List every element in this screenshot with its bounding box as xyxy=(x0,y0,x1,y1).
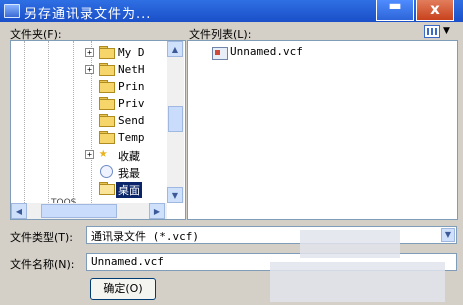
vcf-file-icon xyxy=(212,47,228,60)
folder-name: 我最 xyxy=(118,167,140,180)
minimize-button[interactable]: ▬ xyxy=(376,0,414,21)
file-name-value: Unnamed.vcf xyxy=(91,255,164,268)
folder-name: Prin xyxy=(118,80,145,93)
title-bar[interactable]: 另存通讯录文件为... ▬ x xyxy=(0,0,463,22)
minimize-icon: ▬ xyxy=(388,0,402,14)
blur-overlay xyxy=(270,262,445,302)
scroll-up-icon[interactable]: ▲ xyxy=(167,41,183,57)
tree-guide-line xyxy=(73,41,74,205)
folder-name: My D xyxy=(118,46,145,59)
folder-icon xyxy=(99,114,115,127)
expand-icon[interactable]: + xyxy=(85,48,94,57)
scroll-thumb[interactable] xyxy=(41,204,117,218)
folder-icon xyxy=(99,46,115,59)
folder-icon xyxy=(99,63,115,76)
folder-name: Temp xyxy=(118,131,145,144)
folder-tree[interactable]: + My D + NetH Prin Priv Send Temp + ★ 收藏… xyxy=(10,40,186,220)
favorites-star-icon: ★ xyxy=(99,145,108,161)
scroll-right-icon[interactable]: ▶ xyxy=(149,203,165,219)
scroll-down-icon[interactable]: ▼ xyxy=(167,187,183,203)
close-button[interactable]: x xyxy=(416,0,454,21)
expand-icon[interactable]: + xyxy=(85,65,94,74)
folder-name: Send xyxy=(118,114,145,127)
folder-name: 收藏 xyxy=(118,150,140,163)
scroll-left-icon[interactable]: ◀ xyxy=(11,203,27,219)
tree-guide-line xyxy=(24,41,25,205)
blur-overlay xyxy=(300,230,400,258)
view-dropdown-icon[interactable]: ▼ xyxy=(443,26,450,36)
file-type-value: 通讯录文件 (*.vcf) xyxy=(91,230,199,243)
folder-horizontal-scrollbar[interactable]: ◀ ▶ xyxy=(11,203,167,219)
folder-vertical-scrollbar[interactable]: ▲ ▼ xyxy=(167,41,184,203)
ok-button[interactable]: 确定(O) xyxy=(90,278,156,300)
folder-icon xyxy=(99,131,115,144)
window-title: 另存通讯录文件为... xyxy=(24,7,152,22)
folder-icon xyxy=(99,80,115,93)
app-icon xyxy=(4,4,20,18)
view-menu-icon[interactable] xyxy=(424,25,440,38)
expand-icon[interactable]: + xyxy=(85,150,94,159)
recent-documents-icon xyxy=(100,165,113,178)
file-item[interactable]: Unnamed.vcf xyxy=(230,45,303,58)
folder-name: NetH xyxy=(118,63,145,76)
close-icon: x xyxy=(430,0,440,18)
folder-name: 桌面 xyxy=(116,182,142,198)
file-type-label: 文件类型(T): xyxy=(10,231,74,244)
file-list[interactable] xyxy=(187,40,458,220)
scroll-thumb[interactable] xyxy=(168,106,183,132)
open-folder-icon xyxy=(99,182,115,195)
file-type-select[interactable]: 通讯录文件 (*.vcf) ▼ xyxy=(86,226,457,244)
file-name-label: 文件名称(N): xyxy=(10,258,75,271)
folder-icon xyxy=(99,97,115,110)
tree-guide-line xyxy=(48,41,49,205)
chevron-down-icon[interactable]: ▼ xyxy=(441,228,455,242)
folder-name: Priv xyxy=(118,97,145,110)
